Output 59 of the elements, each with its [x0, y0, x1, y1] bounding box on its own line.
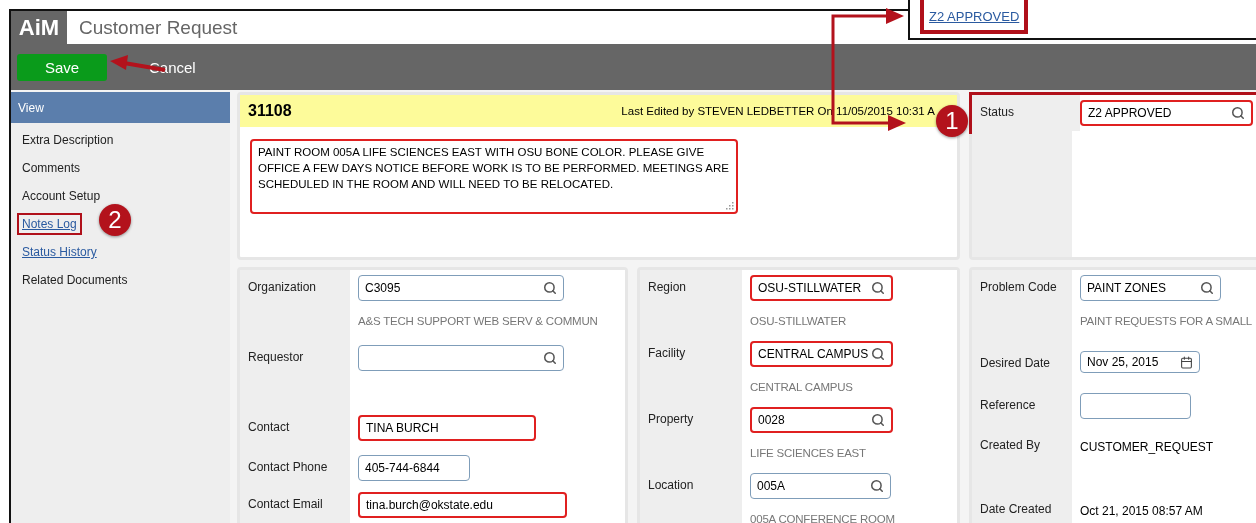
- field-description: 005A CONFERENCE ROOM: [750, 513, 895, 523]
- calendar-icon[interactable]: [1180, 355, 1193, 369]
- search-icon[interactable]: [543, 351, 557, 365]
- sidebar-item[interactable]: Extra Description: [17, 129, 119, 151]
- sidebar-item[interactable]: Account Setup: [17, 185, 106, 207]
- input-field[interactable]: [358, 345, 564, 371]
- status-link[interactable]: Z2 APPROVED: [920, 0, 1029, 34]
- field-value: Oct 21, 2015 08:57 AM: [1080, 503, 1203, 518]
- last-edited-text: Last Edited by STEVEN LEDBETTER On 11/05/2015 10:31 A: [621, 105, 936, 117]
- input-field[interactable]: [1080, 393, 1191, 419]
- save-button[interactable]: Save: [17, 53, 107, 81]
- field-description: PAINT REQUESTS FOR A SMALL: [1080, 315, 1253, 327]
- search-icon[interactable]: [1231, 106, 1245, 120]
- field-label: Facility: [647, 345, 687, 362]
- sidebar-link[interactable]: Status History: [17, 241, 102, 263]
- input-field[interactable]: 005A: [750, 473, 891, 499]
- input-field[interactable]: PAINT ZONES: [1080, 275, 1221, 301]
- field-value: CUSTOMER_REQUEST: [1080, 439, 1214, 454]
- field-label: Property: [647, 411, 695, 428]
- field-label: Desired Date: [979, 355, 1052, 372]
- field-label: Contact Phone: [247, 459, 329, 476]
- sidebar-link[interactable]: Notes Log: [17, 213, 82, 235]
- input-field[interactable]: Z2 APPROVED: [1080, 100, 1253, 126]
- field-label: Date Created: [979, 501, 1053, 518]
- resize-grip-icon[interactable]: [726, 202, 734, 210]
- input-field[interactable]: CENTRAL CAMPUS: [750, 341, 893, 367]
- field-description: CENTRAL CAMPUS: [750, 381, 854, 393]
- field-label: Problem Code: [979, 279, 1058, 296]
- field-label: Organization: [247, 279, 318, 296]
- field-label: Contact: [247, 419, 291, 436]
- input-field[interactable]: 405-744-6844: [358, 455, 470, 481]
- input-field[interactable]: TINA BURCH: [358, 415, 536, 441]
- field-label: Reference: [979, 397, 1037, 414]
- field-label: Status: [972, 95, 1080, 131]
- sidebar-item[interactable]: Comments: [17, 157, 85, 179]
- input-field[interactable]: 0028: [750, 407, 893, 433]
- field-label: Requestor: [247, 349, 305, 366]
- field-label: Location: [647, 477, 695, 494]
- search-icon[interactable]: [871, 413, 885, 427]
- field-description: LIFE SCIENCES EAST: [750, 447, 867, 459]
- field-description: A&S TECH SUPPORT WEB SERV & COMMUN: [358, 315, 598, 327]
- search-icon[interactable]: [871, 347, 885, 361]
- search-icon[interactable]: [1200, 281, 1214, 295]
- search-icon[interactable]: [870, 479, 884, 493]
- field-label: Created By: [979, 437, 1042, 454]
- input-field[interactable]: tina.burch@okstate.edu: [358, 492, 567, 518]
- request-number: 31108: [248, 102, 292, 120]
- description-field[interactable]: PAINT ROOM 005A LIFE SCIENCES EAST WITH OSU BONE COLOR. PLEASE GIVE OFFICE A FEW DAYS NOTICE BEFORE WORK IS TO BE PERFORMED. MEETINGS ARE SCHEDULED IN THE ROOM AND WILL NEED TO BE RELOCATED.: [250, 139, 738, 214]
- field-label: Contact Email: [247, 496, 324, 513]
- sidebar-item[interactable]: Related Documents: [17, 269, 133, 291]
- field-description: OSU-STILLWATER: [750, 315, 848, 327]
- field-label: Region: [647, 279, 688, 296]
- search-icon[interactable]: [871, 281, 885, 295]
- search-icon[interactable]: [543, 281, 557, 295]
- input-field[interactable]: C3095: [358, 275, 564, 301]
- date-field[interactable]: Nov 25, 2015: [1080, 351, 1200, 373]
- input-field[interactable]: OSU-STILLWATER: [750, 275, 893, 301]
- app-logo: AiM: [17, 13, 61, 42]
- sidebar-header: View: [11, 92, 230, 123]
